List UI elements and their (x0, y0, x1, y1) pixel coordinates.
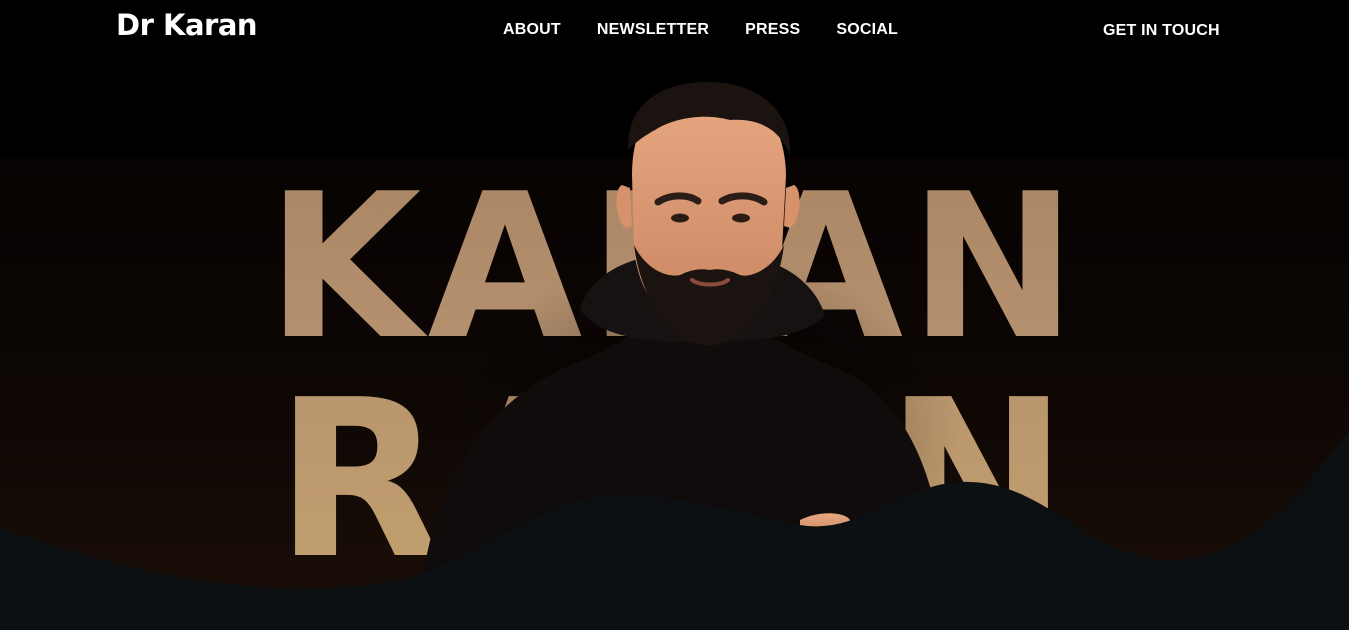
left-eye (671, 213, 689, 223)
logo-link[interactable]: Dr Karan (116, 8, 258, 42)
nav-item-about[interactable]: ABOUT (503, 21, 561, 39)
right-ear (784, 185, 800, 228)
nav-item-social[interactable]: SOCIAL (836, 21, 898, 39)
get-in-touch-link[interactable]: GET IN TOUCH (1103, 22, 1220, 40)
nav-item-press[interactable]: PRESS (745, 21, 800, 39)
nav-item-newsletter[interactable]: NEWSLETTER (597, 21, 709, 39)
right-eye (732, 213, 750, 223)
site-header: Dr Karan ABOUT NEWSLETTER PRESS SOCIAL G… (0, 0, 1349, 64)
bottom-wave (0, 432, 1349, 630)
main-nav: ABOUT NEWSLETTER PRESS SOCIAL (503, 21, 898, 39)
